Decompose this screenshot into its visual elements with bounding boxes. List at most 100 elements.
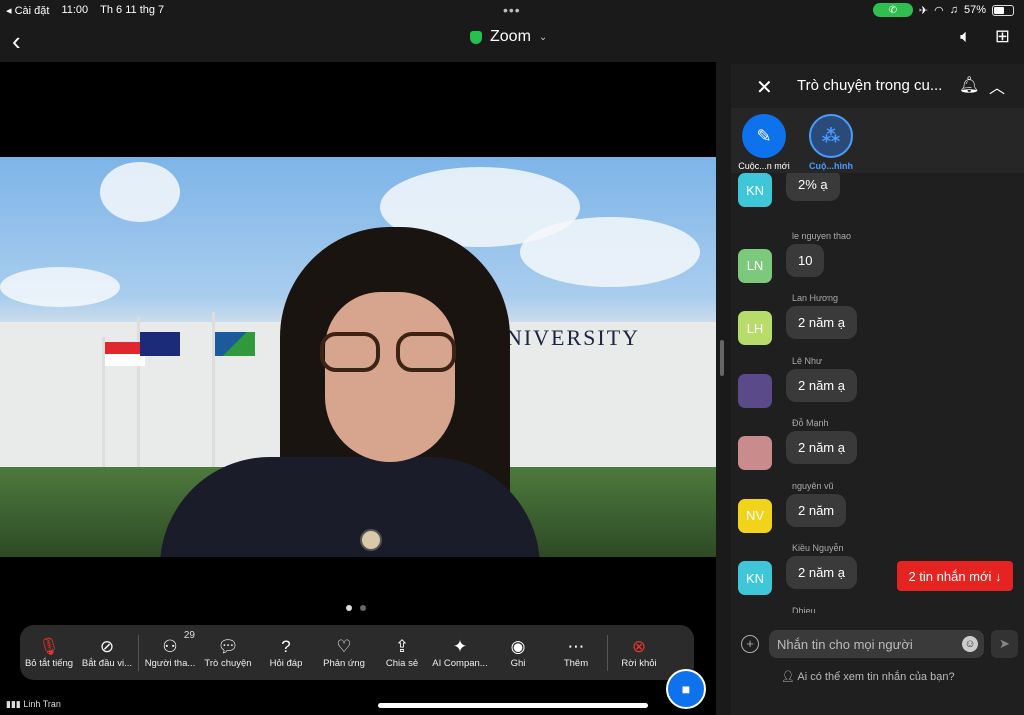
toolbar-button-heart[interactable]: ♡ Phản ứng [315, 636, 373, 669]
chat-message[interactable]: Lan Hương LH 2 năm ạ [738, 293, 1018, 355]
leave-icon: ⊗ [631, 637, 647, 656]
message-bubble: 2 năm ạ [786, 431, 857, 464]
bell-icon[interactable]: 🔔︎ [959, 75, 979, 95]
avatar[interactable]: KN [738, 173, 772, 207]
message-sender: Lan Hương [792, 293, 838, 303]
toolbar-separator [138, 634, 139, 671]
tab-meeting-chat[interactable]: ⁂ Cuộ...hình [796, 114, 866, 171]
visibility-note-text: Ai có thể xem tin nhắn của bạn? [797, 671, 955, 683]
speaker-video: J UNIVERSITY [0, 157, 716, 557]
active-call-pill[interactable]: ✆ [872, 3, 913, 17]
message-bubble: 2 năm ạ [786, 368, 857, 402]
back-chevron-icon[interactable]: ‹ [12, 26, 21, 57]
chat-tabs: ✎ Cuộc...n mới ⁂ Cuộ...hình [731, 108, 1024, 173]
meeting-header: ‹ Zoom ⌄ 🔈︎ ⊞ [0, 20, 1024, 62]
chevron-up-icon[interactable]: ︿ [989, 74, 1005, 98]
split-resize-handle[interactable] [720, 340, 724, 376]
new-messages-button[interactable]: 2 tin nhắn mới ↓ [897, 561, 1013, 591]
toolbar-button-mic-off[interactable]: 🎙︎ Bỏ tắt tiếng [20, 636, 78, 669]
flag-torres-strait [215, 332, 255, 356]
toolbar-button-label: Rời khỏi [621, 658, 657, 669]
toolbar-button-label: Chia sẻ [385, 658, 419, 669]
toolbar-button-label: Bỏ tắt tiếng [24, 658, 74, 669]
toolbar-button-record[interactable]: ◉ Ghi [489, 636, 547, 669]
message-bubble: 2% ạ [786, 173, 840, 201]
status-bar: ◂ Cài đặt 11:00 Th 6 11 thg 7 ••• ✆ ✈ ◠ … [0, 0, 1024, 20]
video-off-icon: ⊘ [99, 637, 115, 656]
message-bubble: 2 năm ạ [786, 556, 857, 589]
tab-new-chat-label: Cuộc...n mới [738, 161, 790, 171]
app-title: Zoom [490, 28, 531, 45]
toolbar-button-label: Thêm [563, 658, 589, 669]
visibility-note[interactable]: 👤︎ Ai có thể xem tin nhắn của bạn? [781, 670, 955, 683]
toolbar-button-label: Phản ứng [323, 658, 365, 669]
meeting-toolbar: 🎙︎ Bỏ tắt tiếng ⊘ Bắt đầu vi... ⚇ Người tha..… [20, 625, 694, 680]
avatar[interactable] [738, 373, 772, 408]
avatar[interactable] [738, 436, 772, 470]
page-indicator[interactable] [346, 605, 366, 611]
message-sender: Lê Như [792, 355, 823, 366]
toolbar-button-leave[interactable]: ⊗ Rời khỏi [610, 636, 668, 669]
emoji-icon[interactable]: ☺ [962, 636, 978, 652]
self-name-label: ▮▮▮ Linh Tran [6, 699, 61, 709]
message-bubble: 2 năm [786, 493, 847, 527]
avatar[interactable]: KN [738, 561, 772, 595]
toolbar-button-label: Bắt đầu vi... [81, 658, 133, 669]
chat-message[interactable]: Lê Như 2 năm ạ [738, 355, 1018, 418]
message-sender: le nguyen thao [792, 230, 852, 241]
toolbar-button-label: AI Compan... [432, 658, 488, 669]
chat-message[interactable]: le nguyen thao LN 10 [738, 230, 1018, 293]
message-list[interactable]: KN 2% ạ le nguyen thao LN 10 Lan Hương LH 2 năm… [731, 173, 1024, 613]
flag-singapore [105, 342, 145, 366]
multitask-dots-icon[interactable]: ••• [503, 2, 521, 18]
tab-new-chat[interactable]: ✎ Cuộc...n mới [729, 114, 799, 171]
chat-message-input[interactable] [769, 630, 984, 658]
message-sender: Kiều Nguyễn [792, 543, 844, 553]
airplane-icon: ✈ [918, 4, 929, 17]
chat-message[interactable]: nguyên vũ NV 2 năm [738, 480, 1018, 543]
participant-count-badge: 29 [183, 630, 195, 641]
heart-icon: ♡ [336, 637, 352, 656]
video-area: J UNIVERSITY [0, 62, 716, 715]
toolbar-separator [607, 634, 608, 671]
group-icon: ⁂ [809, 114, 853, 158]
toolbar-button-label: Trò chuyện [204, 658, 252, 669]
compose-icon: ✎ [742, 114, 786, 158]
message-sender: Đỗ Mạnh [792, 418, 829, 428]
message-sender: nguyên vũ [792, 480, 834, 491]
avatar[interactable]: NV [738, 498, 772, 533]
flag-australia [140, 332, 180, 356]
sparkle-icon: ✦ [452, 637, 468, 656]
wifi-icon: ◠ [934, 4, 944, 17]
chat-message[interactable]: Dhieu [738, 605, 1018, 614]
toolbar-button-label: Hỏi đáp [269, 658, 303, 669]
speaker-face [325, 292, 455, 462]
home-indicator[interactable] [378, 703, 648, 708]
toolbar-button-video-off[interactable]: ⊘ Bắt đầu vi... [78, 636, 136, 669]
chat-title: Trò chuyện trong cu... [797, 77, 943, 94]
video-camera-fab-icon[interactable]: ■ [666, 669, 706, 709]
avatar[interactable]: LH [738, 311, 772, 345]
avatar[interactable]: LN [738, 248, 772, 283]
meeting-title-button[interactable]: Zoom ⌄ [470, 28, 547, 46]
add-attachment-icon[interactable]: + [741, 635, 759, 653]
toolbar-button-qa[interactable]: ? Hỏi đáp [257, 636, 315, 669]
send-icon[interactable]: ➤ [991, 630, 1018, 658]
message-sender: Dhieu [792, 605, 816, 614]
message-bubble: 2 năm ạ [786, 306, 857, 339]
toolbar-button-share[interactable]: ⇪ Chia sẻ [373, 636, 431, 669]
close-icon[interactable]: ✕ [756, 75, 773, 100]
status-date: Th 6 11 thg 7 [100, 4, 165, 16]
chat-panel: ✕ Trò chuyện trong cu... 🔔︎ ︿ ✎ Cuộc...n… [731, 64, 1024, 715]
tab-meeting-chat-label: Cuộ...hình [809, 161, 853, 171]
toolbar-button-more[interactable]: ⋯ Thêm [547, 636, 605, 669]
toolbar-button-chat[interactable]: 💬︎ Trò chuyện [199, 636, 257, 669]
brooch [360, 529, 382, 551]
chat-message[interactable]: Đỗ Mạnh 2 năm ạ [738, 418, 1018, 480]
chat-message[interactable]: KN 2% ạ [738, 173, 1018, 230]
audio-output-icon[interactable]: 🔈︎ [960, 26, 971, 47]
back-to-app-link[interactable]: ◂ Cài đặt [6, 4, 49, 17]
grid-view-icon[interactable]: ⊞ [995, 26, 1010, 47]
toolbar-button-sparkle[interactable]: ✦ AI Compan... [431, 636, 489, 669]
toolbar-button-participants[interactable]: ⚇ Người tha... 29 [141, 630, 199, 669]
